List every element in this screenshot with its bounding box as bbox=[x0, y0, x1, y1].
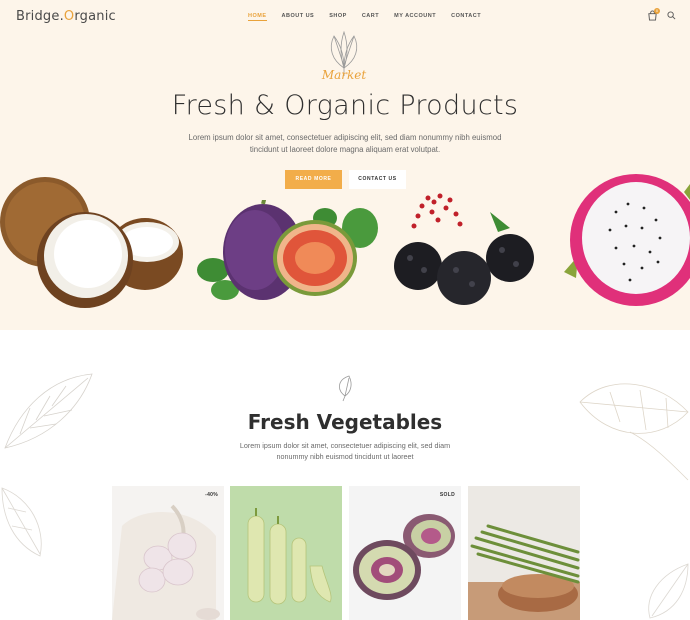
hero-description: Lorem ipsum dolor sit amet, consectetuer… bbox=[188, 133, 502, 154]
product-card-asparagus[interactable] bbox=[468, 486, 580, 620]
logo-text-prefix: Bridge. bbox=[16, 9, 64, 24]
market-leaf-logo: Market bbox=[321, 30, 367, 82]
read-more-button[interactable]: READ MORE bbox=[285, 170, 342, 189]
main-nav: HOME ABOUT US SHOP CART MY ACCOUNT CONTA… bbox=[248, 13, 496, 21]
logo-text-suffix: rganic bbox=[74, 9, 116, 24]
site-logo[interactable]: Bridge.Organic bbox=[16, 9, 116, 24]
market-badge-text: Market bbox=[321, 68, 367, 82]
cucumbers-image bbox=[230, 486, 342, 620]
garlic-image bbox=[112, 486, 224, 620]
hero-title: Fresh & Organic Products bbox=[171, 90, 519, 121]
sold-badge: SOLD bbox=[439, 492, 455, 498]
hero-section: Bridge.Organic HOME ABOUT US SHOP CART M… bbox=[0, 0, 690, 330]
nav-item-contact[interactable]: CONTACT bbox=[451, 13, 481, 21]
blackberries-image bbox=[394, 193, 534, 305]
nav-item-shop[interactable]: SHOP bbox=[329, 13, 347, 21]
discount-badge: -40% bbox=[205, 492, 218, 498]
dragon-fruit-image bbox=[564, 174, 690, 306]
leaf-icon bbox=[339, 375, 352, 402]
nav-item-home[interactable]: HOME bbox=[248, 13, 267, 21]
cart-count-badge: 0 bbox=[654, 8, 660, 14]
product-card-garlic[interactable]: -40% bbox=[112, 486, 224, 620]
nav-item-my-account[interactable]: MY ACCOUNT bbox=[394, 13, 436, 21]
section-description: Lorem ipsum dolor sit amet, consectetuer… bbox=[239, 441, 451, 461]
contact-us-button[interactable]: CONTACT US bbox=[349, 170, 406, 189]
product-card-artichokes[interactable]: SOLD bbox=[349, 486, 461, 620]
coconuts-image bbox=[0, 177, 183, 308]
nav-item-about-us[interactable]: ABOUT US bbox=[282, 13, 315, 21]
leaf-decoration-right-lower bbox=[648, 563, 689, 619]
asparagus-image bbox=[468, 486, 580, 620]
product-card-cucumbers[interactable] bbox=[230, 486, 342, 620]
artichokes-image bbox=[349, 486, 461, 620]
figs-image bbox=[197, 200, 378, 300]
search-icon[interactable] bbox=[667, 11, 676, 20]
leaf-decoration-left-lower bbox=[1, 487, 42, 557]
logo-text-o: O bbox=[63, 9, 75, 24]
nav-item-cart[interactable]: CART bbox=[362, 13, 379, 21]
section-title: Fresh Vegetables bbox=[247, 410, 443, 434]
